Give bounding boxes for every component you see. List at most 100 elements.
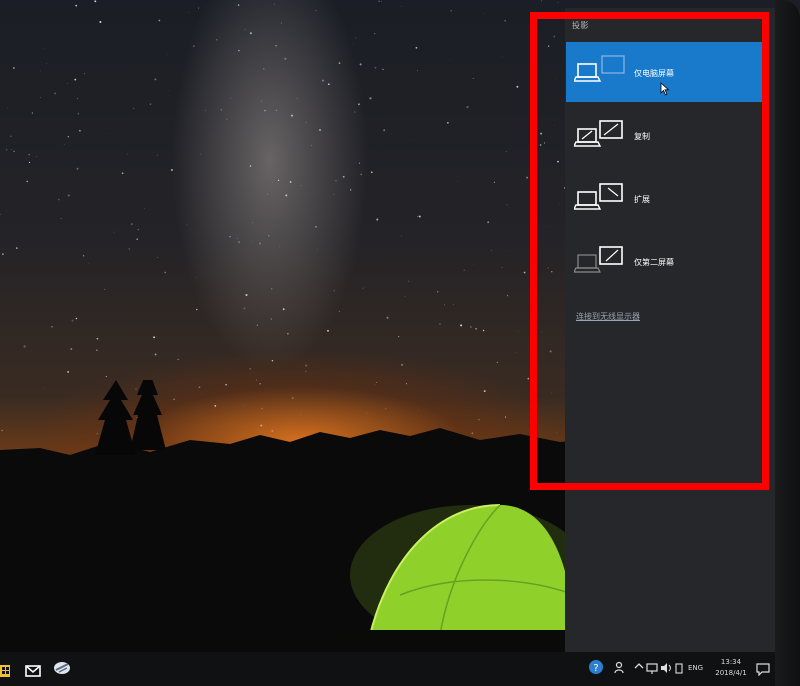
- star: [46, 62, 47, 64]
- star: [472, 77, 474, 80]
- star: [291, 114, 293, 117]
- star: [352, 43, 354, 45]
- star: [84, 73, 86, 75]
- star: [249, 32, 252, 35]
- star: [316, 249, 318, 250]
- store-icon[interactable]: [0, 660, 12, 682]
- clock[interactable]: 13:34 2018/4/1: [710, 657, 752, 679]
- star: [237, 237, 239, 239]
- star: [267, 234, 270, 237]
- star: [258, 242, 262, 245]
- star: [417, 70, 419, 71]
- star: [204, 109, 206, 111]
- star: [36, 156, 37, 157]
- action-center-icon[interactable]: [756, 661, 770, 680]
- star: [153, 336, 156, 339]
- star: [282, 308, 285, 311]
- star: [404, 296, 406, 297]
- star: [453, 304, 454, 305]
- star: [220, 109, 222, 111]
- star: [166, 54, 168, 55]
- star: [457, 181, 458, 182]
- star: [447, 122, 449, 124]
- star: [95, 16, 97, 17]
- star: [99, 20, 102, 24]
- star: [249, 165, 252, 167]
- star: [401, 363, 404, 366]
- star: [196, 308, 198, 311]
- star: [238, 241, 240, 243]
- star: [130, 223, 133, 226]
- star: [526, 176, 529, 179]
- star: [509, 249, 510, 251]
- highlight-annotation-frame: [530, 12, 769, 490]
- star: [5, 148, 8, 151]
- language-indicator[interactable]: ENG: [688, 664, 703, 672]
- star: [338, 310, 341, 313]
- star: [51, 325, 53, 328]
- star: [504, 19, 507, 22]
- system-tray: ? ENG 13:34 2018/4/1: [588, 652, 775, 686]
- star: [487, 221, 490, 224]
- help-icon[interactable]: ?: [588, 659, 604, 677]
- star: [13, 150, 15, 153]
- star: [460, 324, 463, 327]
- star: [305, 122, 307, 124]
- star: [113, 231, 115, 233]
- star: [77, 112, 80, 115]
- star: [249, 368, 251, 370]
- star: [144, 208, 145, 209]
- star: [96, 349, 98, 351]
- star: [76, 97, 79, 100]
- star: [355, 37, 357, 39]
- star: [261, 100, 262, 102]
- star: [470, 326, 472, 328]
- star: [26, 180, 29, 183]
- star: [10, 135, 12, 138]
- network-icon[interactable]: [646, 661, 658, 677]
- star: [285, 194, 288, 197]
- clock-date: 2018/4/1: [715, 669, 747, 677]
- star: [378, 0, 380, 2]
- star: [2, 253, 4, 255]
- star: [137, 228, 140, 231]
- power-icon[interactable]: [674, 661, 684, 677]
- star: [418, 215, 421, 218]
- star: [374, 33, 376, 35]
- star: [281, 22, 283, 24]
- star: [541, 0, 542, 2]
- volume-icon[interactable]: [660, 661, 672, 677]
- star: [186, 224, 188, 225]
- star: [326, 329, 330, 332]
- star: [252, 222, 253, 224]
- clock-time: 13:34: [720, 658, 742, 666]
- star: [57, 198, 60, 201]
- star: [311, 145, 313, 146]
- people-icon[interactable]: [614, 661, 626, 677]
- star: [79, 129, 81, 132]
- star: [369, 97, 372, 100]
- star: [417, 216, 418, 217]
- star: [358, 103, 360, 106]
- mail-icon[interactable]: [25, 662, 41, 681]
- star: [466, 106, 469, 109]
- star: [133, 107, 135, 109]
- star: [67, 83, 69, 85]
- taskbar: ? ENG 13:34 2018/4/1: [0, 652, 775, 686]
- chevron-up-icon[interactable]: [634, 662, 644, 672]
- star: [40, 97, 41, 98]
- svg-text:?: ?: [593, 663, 598, 674]
- star: [401, 6, 402, 7]
- star: [188, 11, 189, 13]
- star: [10, 149, 12, 150]
- star: [13, 67, 15, 69]
- star: [354, 111, 356, 113]
- star: [192, 45, 195, 47]
- star: [39, 70, 41, 72]
- star: [505, 151, 507, 153]
- browser-icon[interactable]: [53, 660, 71, 680]
- star: [105, 375, 108, 378]
- star: [338, 62, 341, 64]
- star: [335, 180, 337, 182]
- star: [342, 175, 345, 178]
